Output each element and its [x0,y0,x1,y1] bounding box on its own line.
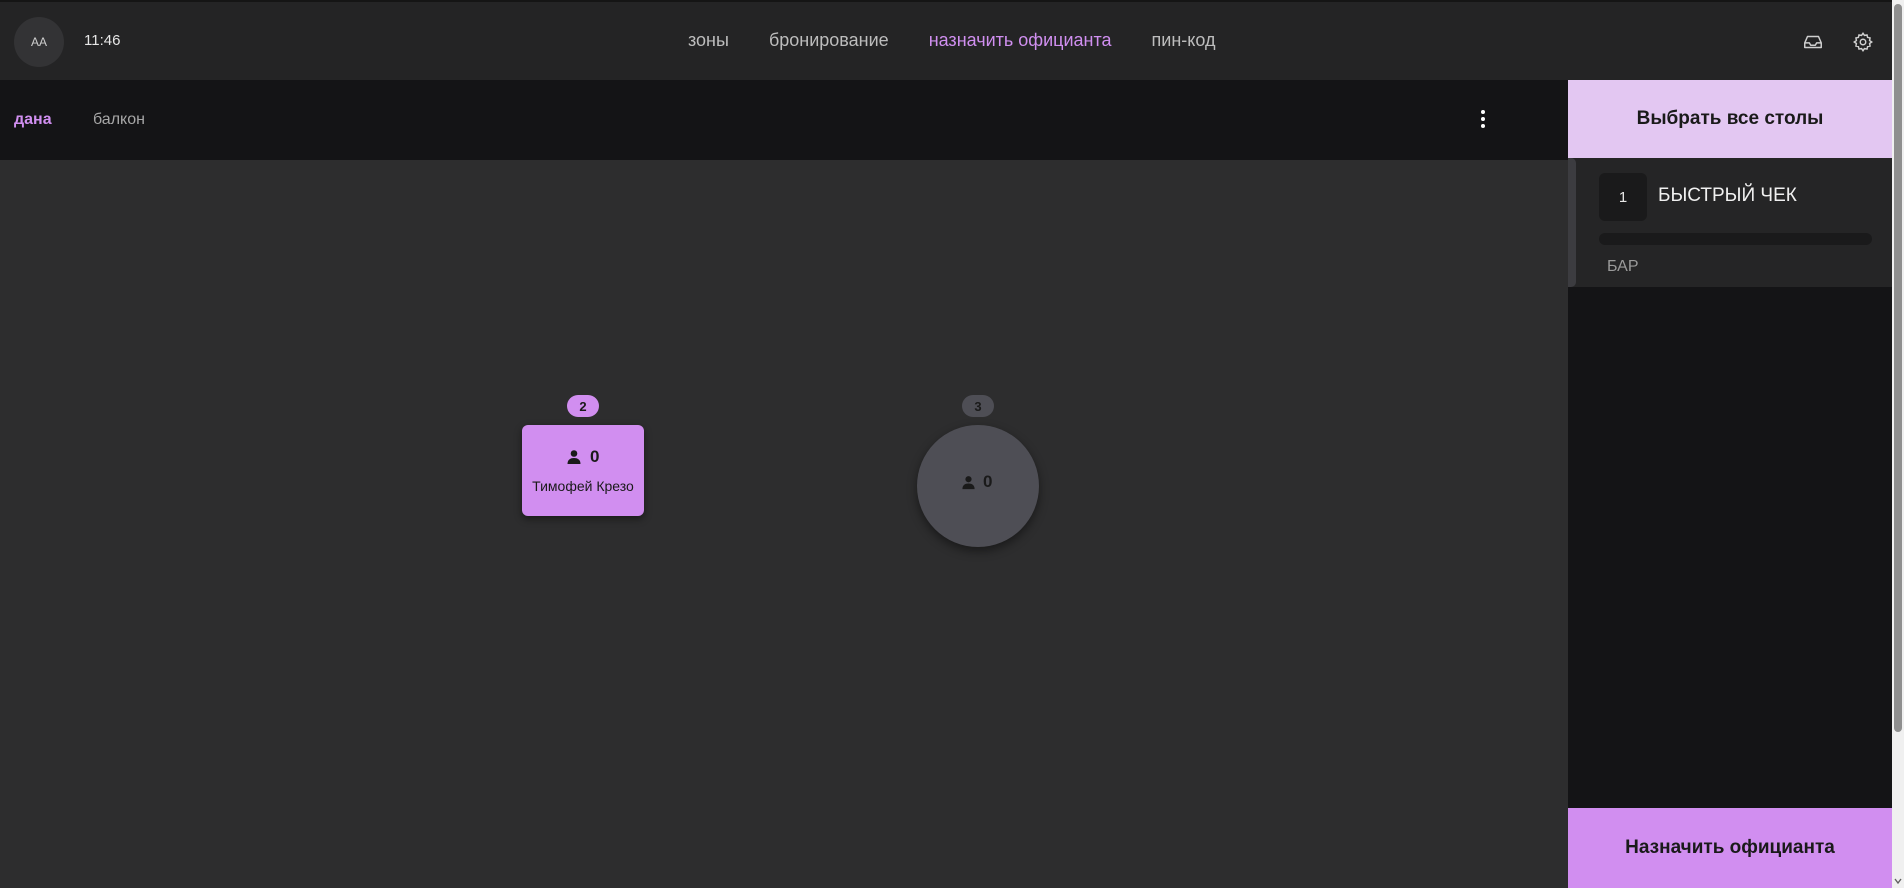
kebab-menu-icon[interactable] [1474,108,1492,130]
scrollbar-thumb[interactable] [1894,4,1902,732]
card-accent-strip [1568,158,1576,287]
select-all-tables-button[interactable]: Выбрать все столы [1568,80,1892,158]
waiter-name: Тимофей Крезо [532,478,634,494]
table-number: 3 [974,398,982,414]
guest-count-value: 0 [983,472,993,491]
assign-waiter-button[interactable]: Назначить официанта [1568,808,1892,888]
floor-plan [0,160,1568,888]
inbox-icon[interactable] [1802,31,1824,53]
avatar-initials: AA [30,35,47,49]
nav-booking[interactable]: бронирование [769,30,889,51]
nav-assign-waiter[interactable]: назначить официанта [929,30,1112,51]
person-icon [567,450,581,464]
right-sidebar: Выбрать все столы 1 БЫСТРЫЙ ЧЕК БАР Назн… [1568,80,1892,888]
zone-tab-dana[interactable]: дана [14,111,52,129]
order-progress-bar [1599,233,1872,245]
top-bar: AA 11:46 зоны бронирование назначить офи… [0,0,1904,80]
table-number: 2 [579,398,587,414]
zone-tab-balcony[interactable]: балкон [93,111,145,129]
order-card[interactable]: 1 БЫСТРЫЙ ЧЕК БАР [1568,158,1892,287]
table-number-badge: 2 [567,395,599,417]
table-2[interactable]: 0 Тимофей Крезо [522,425,644,516]
person-icon [962,475,975,489]
scroll-down-arrow-icon[interactable] [1894,876,1902,886]
guest-count: 0 [566,447,599,467]
avatar[interactable]: AA [14,17,64,67]
nav-zones[interactable]: зоны [688,30,729,51]
guest-count: 0 [961,472,992,492]
order-title: БЫСТРЫЙ ЧЕК [1658,185,1797,206]
clock: 11:46 [84,32,121,49]
nav-pin-code[interactable]: пин-код [1152,30,1216,51]
main-nav: зоны бронирование назначить официанта пи… [688,30,1255,51]
gear-icon[interactable] [1852,31,1874,53]
guest-count-value: 0 [590,447,600,466]
order-zone: БАР [1607,258,1639,275]
scrollbar[interactable] [1892,0,1904,888]
zone-bar: дана балкон [0,80,1568,161]
table-number-badge: 3 [962,395,994,417]
order-number: 1 [1599,173,1647,221]
table-3[interactable]: 0 [917,425,1039,547]
